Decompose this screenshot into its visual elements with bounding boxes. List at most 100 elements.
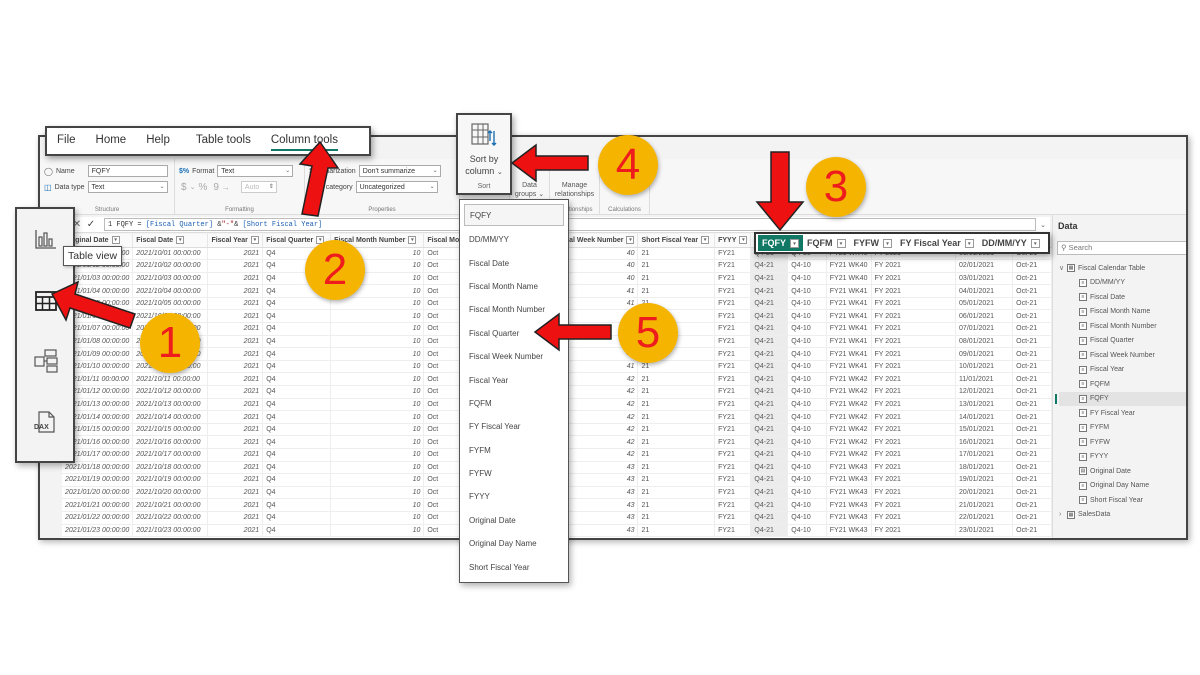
- field-item[interactable]: ≡ Fiscal Quarter: [1059, 334, 1186, 349]
- table-cell[interactable]: 10: [330, 498, 425, 512]
- table-cell[interactable]: Q4-10: [787, 435, 827, 449]
- table-cell[interactable]: 2021/01/23 00:00:00: [62, 524, 134, 538]
- table-cell[interactable]: FY 2021: [871, 385, 957, 399]
- table-cell[interactable]: FY21: [714, 410, 752, 424]
- table-cell[interactable]: FY21: [714, 524, 752, 538]
- table-cell[interactable]: FY21 WK41: [826, 322, 872, 336]
- table-cell[interactable]: FY21: [714, 335, 752, 349]
- data-type-select[interactable]: Text ⌄: [87, 181, 168, 193]
- table-cell[interactable]: 2021: [207, 259, 264, 273]
- table-cell[interactable]: FY21 WK42: [826, 435, 872, 449]
- table-cell[interactable]: 10: [330, 486, 425, 500]
- table-cell[interactable]: Q4-21: [750, 322, 789, 336]
- field-item[interactable]: ≡ Fiscal Month Number: [1059, 319, 1186, 334]
- table-cell[interactable]: 2021: [207, 297, 264, 311]
- table-cell[interactable]: 21: [637, 448, 716, 462]
- sort-menu-item[interactable]: Fiscal Month Name: [460, 275, 568, 298]
- table-cell[interactable]: FY 2021: [871, 360, 957, 374]
- table-cell[interactable]: FY 2021: [871, 486, 957, 500]
- table-cell[interactable]: FY21: [714, 297, 752, 311]
- table-cell[interactable]: 2021/10/04 00:00:00: [132, 284, 209, 298]
- tab-home[interactable]: Home: [86, 127, 137, 155]
- table-cell[interactable]: 2021: [207, 284, 264, 298]
- table-cell[interactable]: FY 2021: [871, 524, 957, 538]
- table-cell[interactable]: Q4-21: [750, 461, 789, 475]
- table-cell[interactable]: Q4-21: [750, 347, 789, 361]
- table-cell[interactable]: FY21: [714, 272, 752, 286]
- table-cell[interactable]: Q4-21: [750, 372, 789, 387]
- table-cell[interactable]: Q4-21: [750, 284, 789, 298]
- table-cell[interactable]: Q4-10: [787, 284, 827, 298]
- field-item[interactable]: ≡ FYFM: [1059, 421, 1186, 436]
- table-cell[interactable]: Q4-10: [787, 511, 827, 525]
- table-cell[interactable]: 2021/10/23 00:00:00: [132, 524, 209, 538]
- table-cell[interactable]: 03/01/2021: [955, 272, 1014, 286]
- table-cell[interactable]: 2021/10/20 00:00:00: [132, 486, 209, 500]
- table-cell[interactable]: 2021/10/13 00:00:00: [132, 398, 209, 412]
- table-cell[interactable]: 2021/01/19 00:00:00: [62, 473, 134, 487]
- table-cell[interactable]: 07/01/2021: [955, 322, 1014, 336]
- table-cell[interactable]: FY21: [714, 435, 752, 449]
- sort-menu-item[interactable]: FQFY: [464, 204, 564, 226]
- table-cell[interactable]: 2021: [207, 385, 264, 399]
- column-header-fqfy[interactable]: FQFY ▾: [758, 235, 803, 251]
- table-cell[interactable]: Q4: [262, 435, 332, 449]
- table-cell[interactable]: Q4: [262, 461, 332, 475]
- table-cell[interactable]: 2021/10/01 00:00:00: [132, 247, 209, 261]
- table-cell[interactable]: 10: [330, 347, 425, 361]
- table-cell[interactable]: 15/01/2021: [955, 423, 1014, 437]
- decimal-places-input[interactable]: Auto ⇕: [240, 181, 277, 193]
- table-cell[interactable]: FY 2021: [871, 473, 957, 487]
- table-cell[interactable]: Q4: [262, 448, 332, 462]
- field-item[interactable]: ≡ Fiscal Month Name: [1059, 305, 1186, 320]
- table-cell[interactable]: FY21 WK42: [826, 423, 872, 437]
- table-cell[interactable]: Oct-21: [1012, 473, 1052, 487]
- table-node[interactable]: ∨ ▦ Fiscal Calendar Table: [1059, 261, 1186, 276]
- field-item[interactable]: ≡ FYFW: [1059, 435, 1186, 450]
- table-cell[interactable]: Oct-21: [1012, 360, 1052, 374]
- table-cell[interactable]: Q4-21: [750, 435, 789, 449]
- column-header[interactable]: Fiscal Date ▾: [132, 234, 209, 248]
- filter-dropdown-icon[interactable]: ▾: [626, 236, 635, 245]
- table-cell[interactable]: Q4-21: [750, 259, 789, 273]
- table-cell[interactable]: 10: [330, 309, 425, 324]
- table-cell[interactable]: FY21 WK43: [826, 473, 872, 487]
- table-cell[interactable]: Oct-21: [1012, 398, 1052, 412]
- table-cell[interactable]: Q4-10: [787, 524, 827, 538]
- column-header[interactable]: FYYY ▾: [714, 234, 752, 248]
- table-cell[interactable]: 21: [637, 511, 716, 525]
- table-cell[interactable]: 16/01/2021: [955, 435, 1014, 449]
- table-cell[interactable]: 2021: [207, 335, 264, 349]
- field-item[interactable]: ≡ Short Fiscal Year: [1059, 493, 1186, 508]
- column-header-fy-fiscal-year[interactable]: FY Fiscal Year ▾: [896, 235, 978, 251]
- table-cell[interactable]: FY21 WK42: [826, 385, 872, 399]
- table-cell[interactable]: 20/01/2021: [955, 486, 1014, 500]
- percent-button[interactable]: %: [198, 182, 207, 193]
- table-cell[interactable]: 10/01/2021: [955, 360, 1014, 374]
- sort-menu-item[interactable]: FYFW: [460, 462, 568, 485]
- table-cell[interactable]: FY21: [714, 259, 752, 273]
- table-cell[interactable]: FY21: [714, 448, 752, 462]
- table-cell[interactable]: Q4: [262, 486, 332, 500]
- table-cell[interactable]: 2021/01/22 00:00:00: [62, 511, 134, 525]
- table-cell[interactable]: Q4-10: [787, 410, 827, 424]
- table-cell[interactable]: Q4-10: [787, 398, 827, 412]
- table-cell[interactable]: 2021: [207, 347, 264, 361]
- table-cell[interactable]: 2021: [207, 435, 264, 449]
- table-cell[interactable]: FY 2021: [871, 410, 957, 424]
- table-cell[interactable]: Q4-10: [787, 473, 827, 487]
- table-cell[interactable]: FY 2021: [871, 284, 957, 298]
- table-cell[interactable]: 22/01/2021: [955, 511, 1014, 525]
- table-cell[interactable]: 2021: [207, 322, 264, 336]
- table-cell[interactable]: FY 2021: [871, 398, 957, 412]
- sort-menu-item[interactable]: Original Date: [460, 509, 568, 532]
- table-cell[interactable]: 10: [330, 322, 425, 336]
- table-cell[interactable]: 2021: [207, 461, 264, 475]
- table-cell[interactable]: FY 2021: [871, 272, 957, 286]
- table-cell[interactable]: 2021: [207, 410, 264, 424]
- table-cell[interactable]: Oct-21: [1012, 448, 1052, 462]
- table-cell[interactable]: Q4-21: [750, 486, 789, 500]
- table-cell[interactable]: 2021/10/17 00:00:00: [132, 448, 209, 462]
- report-view-button[interactable]: [32, 225, 60, 253]
- table-cell[interactable]: Q4-21: [750, 360, 789, 374]
